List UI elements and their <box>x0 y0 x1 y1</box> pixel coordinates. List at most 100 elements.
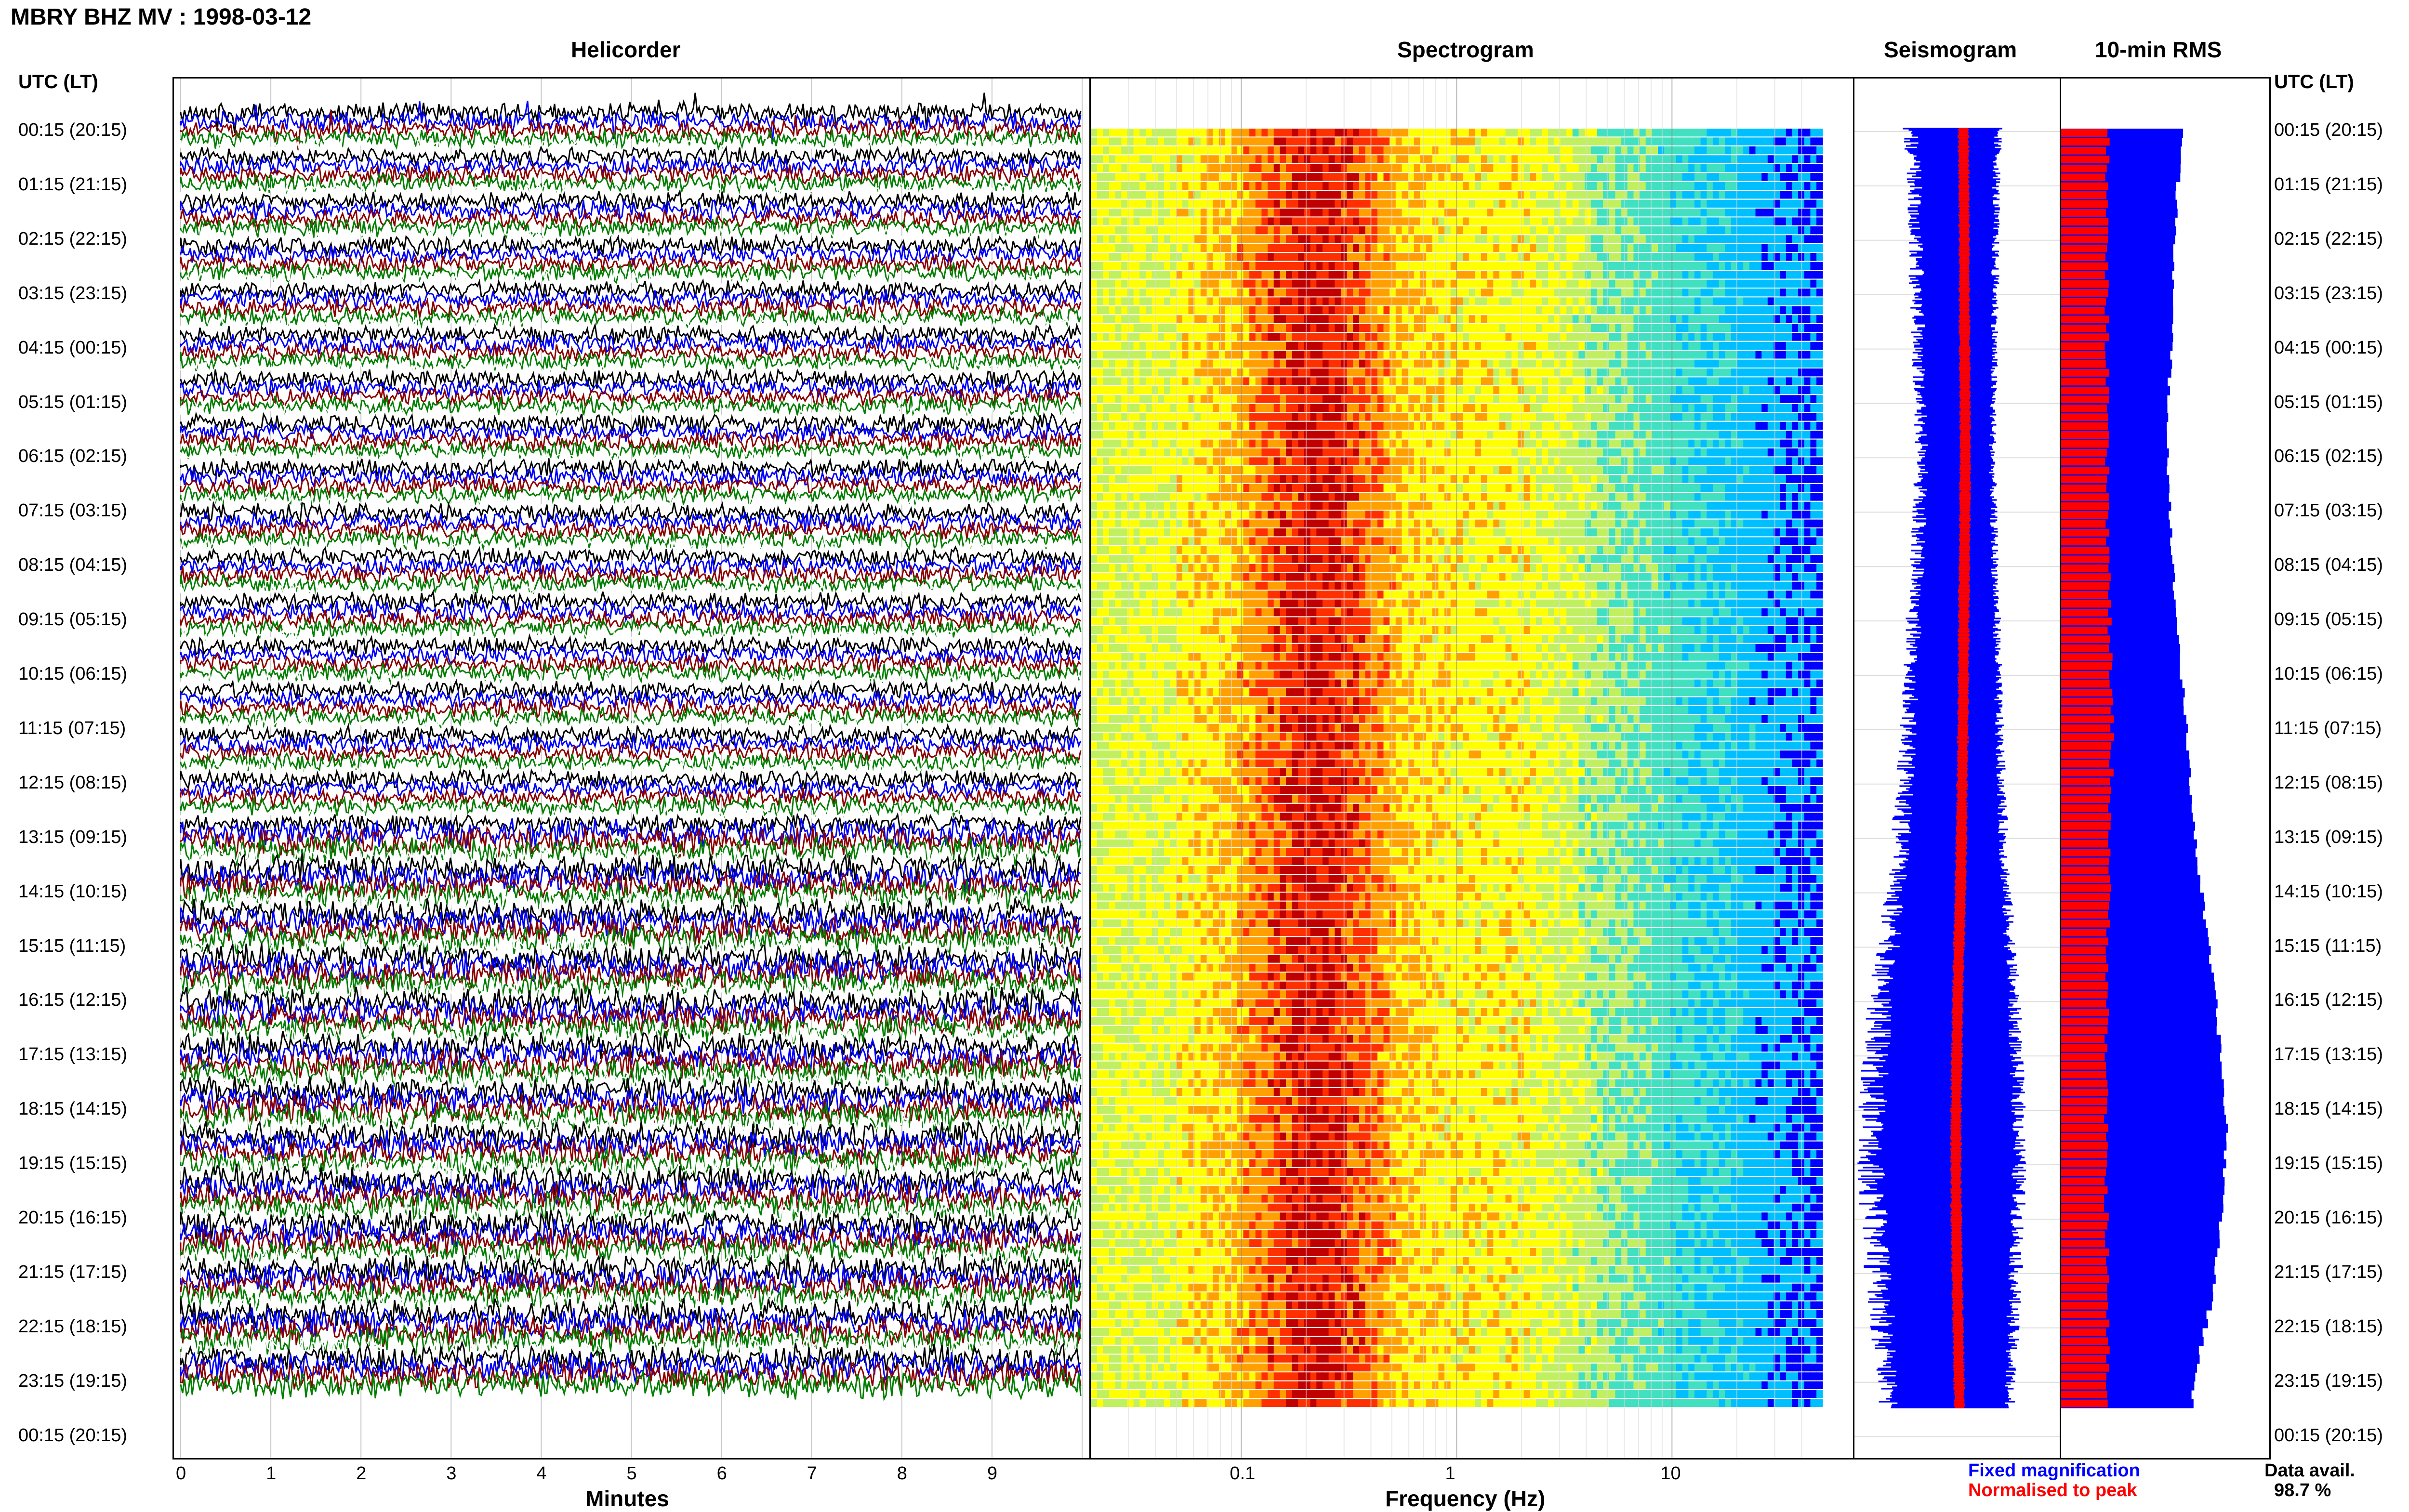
spectrogram-cell <box>1200 262 1207 270</box>
spectrogram-cell <box>1103 217 1110 225</box>
spectrogram-cell <box>1194 395 1201 403</box>
spectrogram-cell <box>1158 466 1165 474</box>
spectrogram-cell <box>1590 351 1598 359</box>
spectrogram-cell <box>1268 484 1274 492</box>
spectrogram-cell <box>1542 475 1549 483</box>
spectrogram-cell <box>1560 404 1567 412</box>
spectrogram-cell <box>1640 173 1646 181</box>
spectrogram-cell <box>1493 377 1500 385</box>
spectrogram-cell <box>1255 484 1262 492</box>
spectrogram-cell <box>1103 173 1110 181</box>
spectrogram-cell <box>1310 217 1317 225</box>
spectrogram-cell <box>1316 351 1323 359</box>
spectrogram-cell <box>1688 279 1695 288</box>
spectrogram-cell <box>1749 466 1756 474</box>
spectrogram-cell <box>1091 368 1098 377</box>
spectrogram-cell <box>1572 324 1579 332</box>
spectrogram-cell <box>1517 129 1524 137</box>
spectrogram-cell <box>1749 235 1756 243</box>
spectrogram-cell <box>1597 466 1603 474</box>
spectrogram-cell <box>1121 421 1128 430</box>
spectrogram-cell <box>1194 226 1201 235</box>
spectrogram-cell <box>1109 182 1116 190</box>
spectrogram-cell <box>1225 431 1231 439</box>
spectrogram-cell <box>1145 466 1152 474</box>
spectrogram-cell <box>1572 155 1579 163</box>
spectrogram-cell <box>1261 342 1268 350</box>
spectrogram-cell <box>1097 315 1104 323</box>
spectrogram-cell <box>1456 146 1463 155</box>
spectrogram-cell <box>1682 297 1689 305</box>
spectrogram-cell <box>1609 199 1616 208</box>
spectrogram-cell <box>1194 359 1201 368</box>
spectrogram-cell <box>1402 386 1408 394</box>
spectrogram-cell <box>1786 155 1793 163</box>
spectrogram-cell <box>1737 289 1744 297</box>
spectrogram-cell <box>1414 306 1421 315</box>
spectrogram-cell <box>1694 421 1701 430</box>
spectrogram-cell <box>1347 351 1354 359</box>
spectrogram-cell <box>1780 271 1787 279</box>
spectrogram-cell <box>1505 155 1512 163</box>
spectrogram-cell <box>1225 289 1231 297</box>
spectrogram-cell <box>1670 235 1677 243</box>
spectrogram-cell <box>1572 457 1579 465</box>
spectrogram-cell <box>1170 262 1177 270</box>
spectrogram-cell <box>1347 137 1354 145</box>
spectrogram-cell <box>1322 466 1329 474</box>
spectrogram-cell <box>1377 324 1384 332</box>
spectrogram-cell <box>1121 457 1128 465</box>
spectrogram-cell <box>1481 289 1488 297</box>
spectrogram-cell <box>1676 413 1683 421</box>
spectrogram-cell <box>1658 315 1665 323</box>
spectrogram-cell <box>1255 271 1262 279</box>
spectrogram-cell <box>1585 164 1591 172</box>
spectrogram-cell <box>1243 164 1250 172</box>
spectrogram-cell <box>1627 226 1634 235</box>
spectrogram-cell <box>1268 306 1274 315</box>
spectrogram-cell <box>1347 271 1354 279</box>
spectrogram-cell <box>1707 244 1713 252</box>
spectrogram-cell <box>1658 279 1665 288</box>
spectrogram-cell <box>1469 129 1476 137</box>
spectrogram-cell <box>1493 448 1500 457</box>
spectrogram-cell <box>1115 475 1122 483</box>
spectrogram-cell <box>1652 306 1658 315</box>
spectrogram-cell <box>1298 395 1305 403</box>
spectrogram-cell <box>1243 457 1250 465</box>
spectrogram-cell <box>1712 368 1720 377</box>
spectrogram-cell <box>1597 235 1603 243</box>
spectrogram-cell <box>1109 413 1116 421</box>
spectrogram-cell <box>1139 431 1146 439</box>
spectrogram-cell <box>1786 315 1793 323</box>
spectrogram-cell <box>1133 271 1140 279</box>
spectrogram-cell <box>1535 457 1543 465</box>
spectrogram-cell <box>1243 413 1250 421</box>
spectrogram-cell <box>1786 306 1793 315</box>
spectrogram-cell <box>1176 137 1183 145</box>
spectrogram-cell <box>1383 377 1390 385</box>
spectrogram-cell <box>1328 413 1336 421</box>
spectrogram-cell <box>1456 439 1463 447</box>
spectrogram-cell <box>1542 217 1549 225</box>
spectrogram-cell <box>1176 368 1183 377</box>
spectrogram-cell <box>1298 439 1305 447</box>
spectrogram-cell <box>1523 199 1531 208</box>
spectrogram-cell <box>1487 262 1494 270</box>
spectrogram-cell <box>1322 182 1329 190</box>
spectrogram-cell <box>1719 129 1726 137</box>
spectrogram-cell <box>1670 431 1677 439</box>
spectrogram-cell <box>1322 368 1329 377</box>
spectrogram-cell <box>1170 377 1177 385</box>
spectrogram-cell <box>1170 333 1177 341</box>
spectrogram-cell <box>1176 191 1183 199</box>
spectrogram-cell <box>1316 421 1323 430</box>
spectrogram-cell <box>1243 395 1250 403</box>
spectrogram-cell <box>1535 377 1543 385</box>
spectrogram-cell <box>1450 129 1457 137</box>
spectrogram-cell <box>1737 466 1744 474</box>
spectrogram-cell <box>1469 217 1476 225</box>
spectrogram-cell <box>1450 279 1457 288</box>
spectrogram-cell <box>1627 306 1634 315</box>
spectrogram-cell <box>1237 315 1244 323</box>
